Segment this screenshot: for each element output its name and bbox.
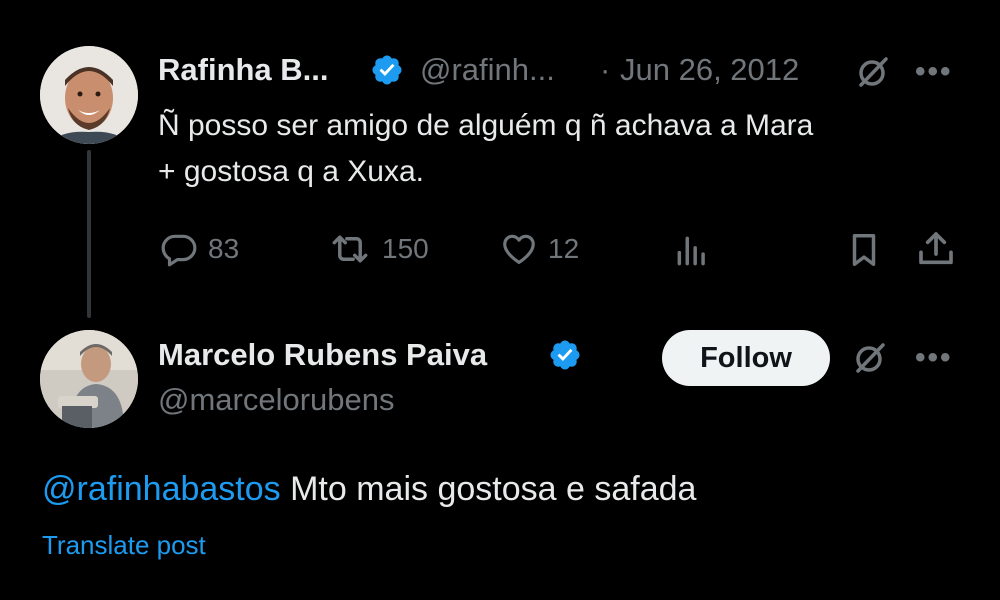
avatar-rafinha[interactable] [40, 46, 138, 144]
grok-icon[interactable] [852, 340, 888, 381]
follow-button[interactable]: Follow [662, 330, 830, 386]
thread-connector-line [87, 150, 91, 318]
tweet1-date[interactable]: Jun 26, 2012 [620, 52, 799, 88]
verified-badge-icon [548, 338, 582, 377]
tweet1-text-line1: Ñ posso ser amigo de alguém q ñ achava a… [158, 109, 814, 142]
reply-count: 83 [208, 233, 240, 264]
reply-button[interactable]: 83 [160, 230, 239, 268]
like-icon [503, 234, 535, 265]
tweet1-handle[interactable]: @rafinh... [420, 52, 555, 88]
retweet-button[interactable]: 150 [328, 230, 429, 268]
tweet1-display-name[interactable]: Rafinha B... [158, 52, 329, 88]
bookmark-icon[interactable] [845, 230, 883, 275]
retweet-icon [332, 235, 368, 263]
tweet2-body: Mto mais gostosa e safada [280, 470, 697, 508]
tweet2-handle[interactable]: @marcelorubens [158, 382, 395, 418]
translate-post-link[interactable]: Translate post [42, 530, 206, 561]
views-icon[interactable] [673, 232, 711, 275]
tweet1-text-line2: + gostosa q a Xuxa. [158, 155, 425, 188]
verified-badge-icon [370, 53, 404, 92]
tweet2-display-name[interactable]: Marcelo Rubens Paiva [158, 337, 487, 373]
more-icon[interactable]: ••• [915, 55, 953, 89]
share-icon[interactable] [916, 228, 956, 275]
like-count: 12 [548, 233, 580, 264]
tweet1-separator: · [600, 52, 611, 87]
tweet2-text: @rafinhabastos Mto mais gostosa e safada [42, 470, 696, 509]
grok-icon[interactable] [855, 54, 891, 95]
reply-icon [161, 234, 197, 267]
more-icon[interactable]: ••• [915, 341, 953, 375]
avatar-marcelo[interactable] [40, 330, 138, 428]
mention-link[interactable]: @rafinhabastos [42, 470, 281, 508]
like-button[interactable]: 12 [500, 230, 579, 268]
retweet-count: 150 [382, 233, 429, 264]
